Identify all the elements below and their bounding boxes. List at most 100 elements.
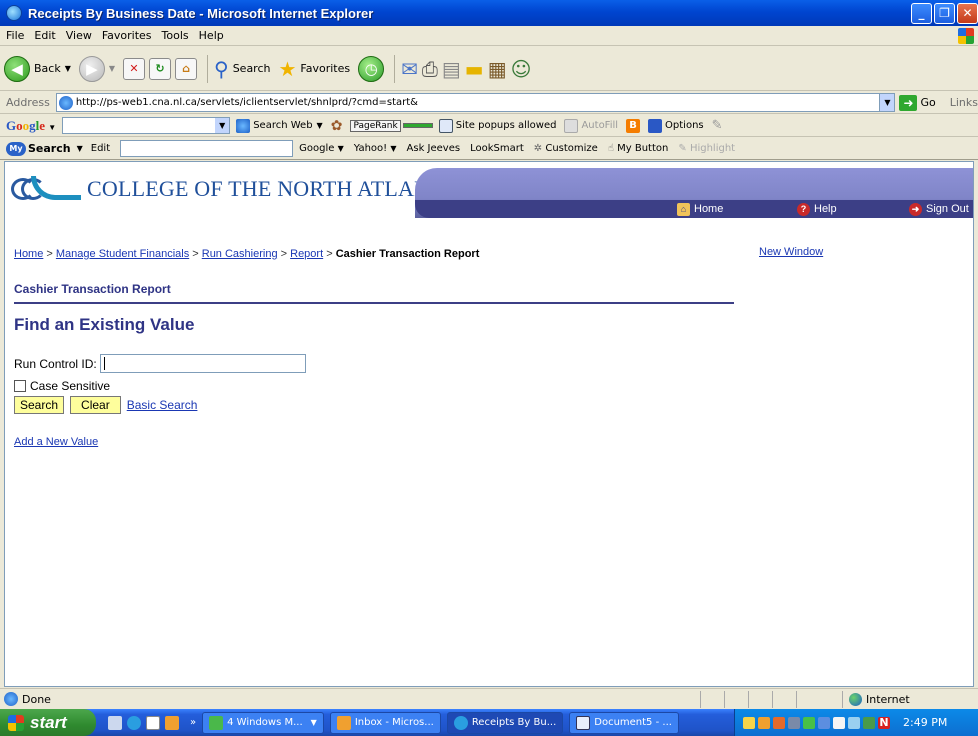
task-document5[interactable]: Document5 - ... [569,711,679,734]
mysearch-input[interactable] [120,140,294,157]
refresh-button[interactable]: ↻ [149,57,172,80]
status-text: Done [22,692,51,706]
header-nav: ⌂ Home ? Help ➜ Sign Out [415,200,973,218]
nav-home-link[interactable]: ⌂ Home [677,202,724,216]
mysearch-my-button[interactable]: ☝ My Button [608,143,669,154]
start-button[interactable]: start [0,709,96,736]
nav-help-link[interactable]: ? Help [797,202,837,216]
google-search-input[interactable]: ▼ [62,117,231,134]
mysearch-customize[interactable]: ✲ Customize [534,143,598,154]
tray-norton-icon[interactable]: N [878,716,890,729]
maximize-button[interactable]: ❐ [934,3,955,24]
tray-device-icon[interactable] [863,716,875,729]
nav-home-label: Home [694,203,724,215]
run-control-label: Run Control ID: [14,356,97,371]
nav-signout-label: Sign Out [926,203,969,215]
nav-help-label: Help [814,203,837,215]
mysearch-edit[interactable]: Edit [91,143,110,154]
links-button[interactable]: Links [950,96,978,109]
tray-mail-icon[interactable] [743,716,755,729]
quick-launch-more[interactable]: » [190,717,196,728]
mysearch-looksmart[interactable]: LookSmart [470,143,524,154]
task-receipts[interactable]: Receipts By Bu... [446,711,564,734]
status-cells [700,691,820,708]
task-windows-messenger[interactable]: 4 Windows M... ▼ [202,711,324,734]
case-sensitive-checkbox[interactable] [14,380,26,392]
tray-update-icon[interactable] [818,716,830,729]
breadcrumb-report[interactable]: Report [290,248,323,260]
options-button[interactable]: Options [648,118,704,133]
search-button[interactable]: ⚲ Search [214,57,270,81]
tray-shield-icon[interactable] [833,716,845,729]
nav-signout-link[interactable]: ➜ Sign Out [909,202,969,216]
text-caret [103,357,105,370]
menu-edit[interactable]: Edit [34,29,55,42]
breadcrumb-manage-student-financials[interactable]: Manage Student Financials [56,248,189,260]
menu-view[interactable]: View [66,29,92,42]
tray-network-icon[interactable] [773,716,785,729]
home-button[interactable]: ⌂ [175,57,198,80]
address-input[interactable]: http://ps-web1.cna.nl.ca/servlets/iclien… [55,93,896,112]
search-form-button[interactable]: Search [14,396,65,414]
menu-favorites[interactable]: Favorites [102,29,152,42]
tray-messenger-icon[interactable] [803,716,815,729]
tray-outlook-icon[interactable] [758,716,770,729]
blogger-icon[interactable]: B [626,118,641,133]
outlook-today-icon[interactable] [165,715,179,730]
forward-arrow-icon: ▶ [78,55,105,82]
ie-icon[interactable] [127,715,141,730]
basic-search-link[interactable]: Basic Search [127,398,198,412]
address-url: http://ps-web1.cna.nl.ca/servlets/iclien… [75,97,418,108]
run-control-row: Run Control ID: [14,354,306,373]
menu-tools[interactable]: Tools [162,29,189,42]
research-icon[interactable]: ▦ [488,57,507,81]
stop-button[interactable]: ✕ [123,57,146,80]
binoculars-icon [236,118,251,133]
print-icon[interactable]: ⎙ [422,57,438,81]
pencil-icon[interactable]: ✎ [712,118,723,133]
customize-icon: ✲ [533,143,543,154]
status-bar: Done Internet [0,688,978,709]
breadcrumb-run-cashiering[interactable]: Run Cashiering [202,248,278,260]
tray-sound-icon[interactable] [788,716,800,729]
edit-icon[interactable]: ▤ [442,57,461,81]
task-inbox[interactable]: Inbox - Micros... [329,711,441,734]
cna-logo: COLLEGE OF THE NORTH ATLANTIC [11,176,466,202]
menu-help[interactable]: Help [199,29,224,42]
close-button[interactable]: ✕ [957,3,978,24]
tray-connection-icon[interactable] [848,716,860,729]
new-window-link[interactable]: New Window [759,246,823,258]
show-desktop-icon[interactable] [108,715,122,730]
mysearch-ask-jeeves[interactable]: Ask Jeeves [407,143,461,154]
ie-logo-icon [6,5,22,21]
google-logo[interactable]: Google ▼ [6,118,56,134]
favorites-button[interactable]: ★ Favorites [278,57,350,81]
messenger-icon[interactable]: ☺ [511,57,532,81]
go-button[interactable]: ➜ Go [899,94,936,111]
clear-button[interactable]: Clear [70,396,121,414]
mysearch-highlight[interactable]: ✎ Highlight [678,143,735,154]
mysearch-logo[interactable]: My Search ▼ [6,141,83,156]
autofill-button[interactable]: AutoFill [564,118,618,133]
chevron-down-icon[interactable]: ▼ [215,118,230,133]
zone-label: Internet [866,693,910,706]
page-info-icon[interactable]: ✿ [331,118,343,134]
back-button[interactable]: ◀ Back ▼ [4,55,71,82]
outlook-icon[interactable] [146,715,160,730]
chevron-down-icon[interactable]: ▼ [879,94,895,111]
minimize-button[interactable]: _ [911,3,932,24]
history-button[interactable]: ◷ [358,55,385,82]
breadcrumb-home[interactable]: Home [14,248,43,260]
chevron-down-icon: ▼ [316,121,323,130]
mail-icon[interactable]: ✉ [401,57,418,81]
popup-blocker-button[interactable]: Site popups allowed [438,118,556,133]
search-web-button[interactable]: Search Web ▼ [236,118,323,133]
forward-button[interactable]: ▶ ▼ [78,55,115,82]
folder-icon[interactable]: ▬ [465,57,484,81]
mysearch-google[interactable]: Google ▼ [299,143,344,154]
run-control-input[interactable] [99,354,306,373]
word-icon [576,715,591,730]
add-new-value-link[interactable]: Add a New Value [14,436,98,448]
mysearch-yahoo[interactable]: Yahoo! ▼ [354,143,397,154]
menu-file[interactable]: File [6,29,24,42]
